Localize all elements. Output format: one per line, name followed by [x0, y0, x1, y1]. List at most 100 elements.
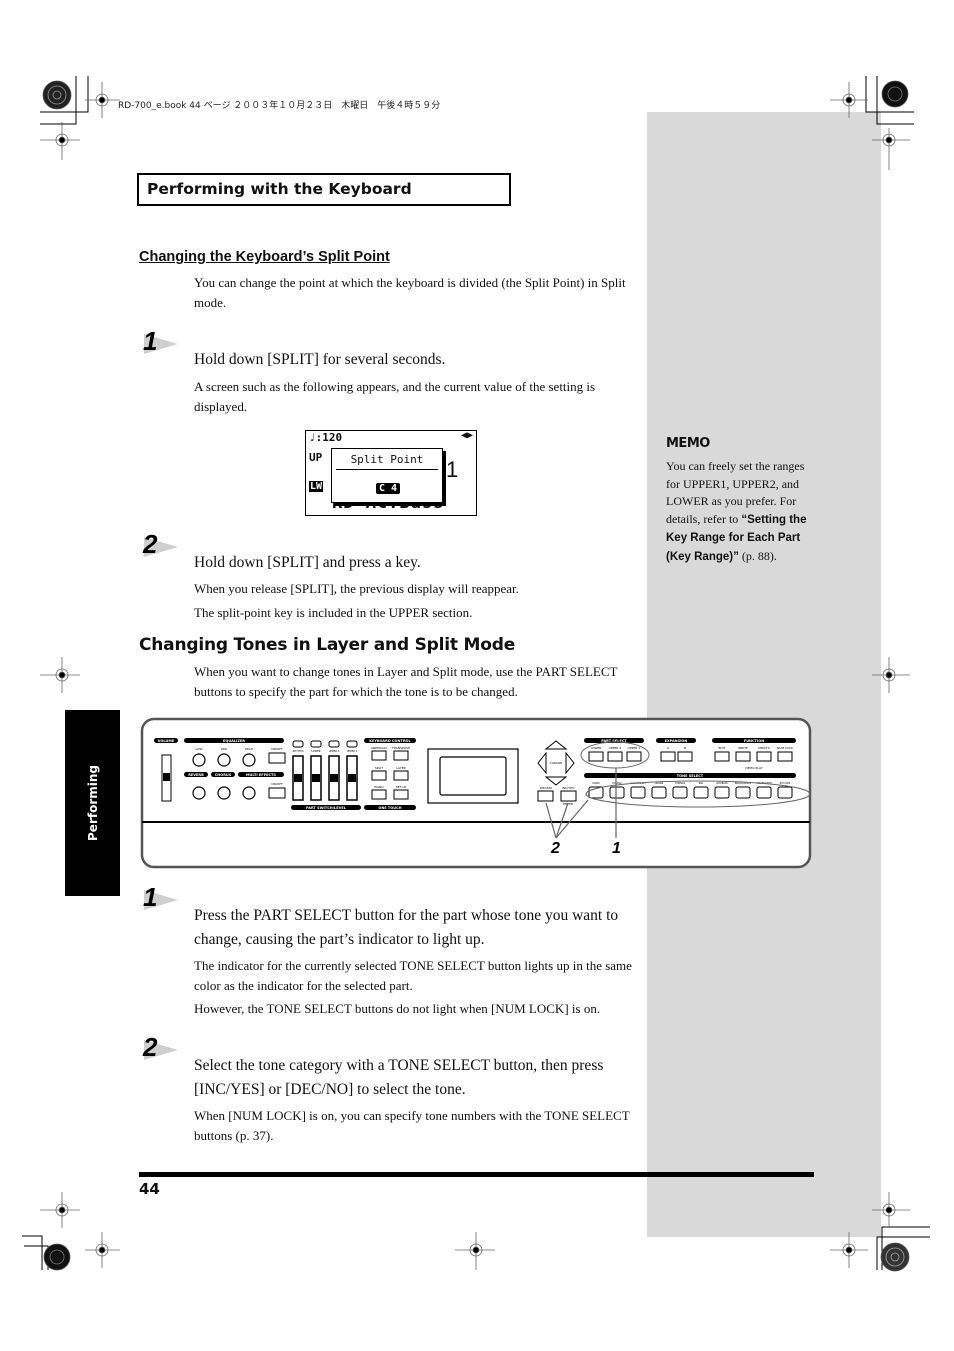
svg-text:SET UP: SET UP	[396, 785, 407, 789]
svg-text:CURSOR: CURSOR	[550, 761, 563, 765]
inc-yes-button[interactable]	[560, 790, 577, 802]
crosshair-mark	[872, 657, 910, 693]
split-point-intro: You can change the point at which the ke…	[194, 275, 626, 310]
expansion-a-button[interactable]	[660, 751, 676, 762]
callout-1: 1	[612, 840, 621, 857]
part-select-lower-button[interactable]	[588, 751, 604, 762]
layer-split-intro: When you want to change tones in Layer a…	[194, 664, 618, 699]
layer-split-heading: Changing Tones in Layer and Split Mode	[139, 635, 516, 655]
crosshair-mark	[85, 82, 120, 118]
section-title-box: Performing with the Keyboard	[137, 173, 511, 206]
svg-text:SPLIT: SPLIT	[375, 766, 383, 770]
tone-button-label: PAD	[699, 782, 704, 785]
mfx-knob[interactable]	[242, 786, 256, 800]
crosshair-mark	[872, 1192, 910, 1228]
divider	[336, 469, 438, 470]
step-number-badge: 1	[140, 326, 182, 356]
tone-select-button[interactable]	[651, 786, 667, 799]
svg-text:LOWER: LOWER	[311, 749, 320, 753]
expansion-b-button[interactable]	[677, 751, 693, 762]
callout-2: 2	[550, 840, 560, 857]
eq-high-knob[interactable]	[242, 753, 256, 767]
midi-tx-button[interactable]	[756, 751, 772, 762]
layer-button[interactable]	[393, 770, 409, 781]
dec-no-button[interactable]	[537, 790, 554, 802]
svg-text:RHYTHM: RHYTHM	[293, 749, 304, 753]
write-button[interactable]	[735, 751, 751, 762]
step-instruction: Select the tone category with a TONE SEL…	[194, 1057, 604, 1098]
tone-select-button[interactable]	[714, 786, 730, 799]
svg-text:MULTI EFFECTS: MULTI EFFECTS	[246, 773, 276, 777]
svg-text:UPPER 2: UPPER 2	[329, 749, 340, 753]
svg-text:TRANSPOSE: TRANSPOSE	[391, 746, 410, 750]
eq-on-off-button[interactable]	[268, 752, 286, 764]
tone-button-label: PIANO	[592, 782, 599, 785]
lcd-arrows-icon: ◀▶	[460, 430, 473, 441]
svg-text:NUM LOCK: NUM LOCK	[777, 746, 794, 750]
step-note: When you release [SPLIT], the previous d…	[194, 581, 519, 596]
part-select-upper1-button[interactable]	[626, 751, 642, 762]
step-instruction: Press the PART SELECT button for the par…	[194, 907, 619, 948]
svg-text:ON/OFF: ON/OFF	[271, 782, 283, 786]
step-instruction: Hold down [SPLIT] and press a key.	[194, 554, 421, 571]
tone-select-button[interactable]	[777, 786, 793, 799]
crosshair-mark	[830, 1232, 868, 1268]
arpeggio-button[interactable]	[371, 750, 387, 761]
svg-text:DEMO PLAY: DEMO PLAY	[745, 766, 762, 770]
step-number-badge: 2	[140, 529, 182, 559]
svg-text:INC/YES: INC/YES	[562, 786, 574, 790]
setup-one-touch-button[interactable]	[393, 789, 409, 800]
svg-text:PART SWITCH/LEVEL: PART SWITCH/LEVEL	[306, 806, 347, 810]
step-note: When [NUM LOCK] is on, you can specify t…	[194, 1108, 630, 1143]
crosshair-mark	[455, 1232, 495, 1270]
chorus-knob[interactable]	[217, 786, 231, 800]
reverb-knob[interactable]	[192, 786, 206, 800]
registration-target-bl	[43, 1243, 71, 1271]
tone-select-button[interactable]	[609, 786, 625, 799]
tone-select-button[interactable]	[693, 786, 709, 799]
crosshair-mark	[830, 82, 868, 118]
print-header: RD-700_e.book 44 ページ ２００３年１０月２３日 木曜日 午後４…	[118, 101, 441, 111]
split-button[interactable]	[371, 770, 387, 781]
front-panel-illustration: VOLUME EQUALIZER LOW MID HIGH ON/OFF REV…	[140, 717, 812, 869]
piano-one-touch-button[interactable]	[371, 789, 387, 800]
registration-target-br	[880, 1242, 910, 1272]
lcd-row-lower: LW	[309, 481, 324, 492]
svg-text:REVERB: REVERB	[188, 773, 204, 777]
svg-text:WRITE: WRITE	[738, 746, 748, 750]
crosshair-mark	[40, 1192, 80, 1228]
step-number-badge: 2	[140, 1032, 182, 1062]
svg-text:MID: MID	[221, 747, 227, 751]
lcd-row-upper: UP	[309, 451, 323, 464]
svg-text:B: B	[684, 746, 686, 750]
svg-text:EXPANSION: EXPANSION	[665, 739, 688, 743]
chapter-thumb-tab: Performing	[65, 710, 120, 896]
tone-select-button[interactable]	[630, 786, 646, 799]
crosshair-mark	[40, 657, 80, 693]
svg-text:ONE TOUCH: ONE TOUCH	[378, 806, 401, 810]
registration-target-tl	[42, 80, 72, 110]
num-lock-button[interactable]	[777, 751, 793, 762]
crosshair-mark	[85, 1232, 120, 1268]
edit-button[interactable]	[714, 751, 730, 762]
svg-text:UPPER 2: UPPER 2	[609, 746, 622, 750]
svg-text:UPPER 1: UPPER 1	[347, 749, 358, 753]
transpose-button[interactable]	[393, 750, 409, 761]
eq-low-knob[interactable]	[192, 753, 206, 767]
step-note: A screen such as the following appears, …	[194, 379, 596, 414]
step-note: However, the TONE SELECT buttons do not …	[194, 1001, 601, 1016]
svg-text:MIDI/TX: MIDI/TX	[758, 746, 770, 750]
lcd-background-number: 1	[446, 457, 459, 482]
tone-select-button[interactable]	[672, 786, 688, 799]
mfx-on-off-button[interactable]	[268, 787, 286, 799]
svg-text:CHORUS: CHORUS	[215, 773, 232, 777]
step-note: The indicator for the currently selected…	[194, 958, 632, 993]
tone-select-button[interactable]	[756, 786, 772, 799]
crop-mark-bottom-left	[24, 1235, 43, 1270]
part-select-upper2-button[interactable]	[607, 751, 623, 762]
eq-mid-knob[interactable]	[217, 753, 231, 767]
svg-text:DEC/NO: DEC/NO	[540, 786, 553, 790]
tone-button-label: RHY/GM2	[780, 782, 791, 785]
lcd-popup-title: Split Point	[350, 453, 424, 466]
tone-select-button[interactable]	[735, 786, 751, 799]
